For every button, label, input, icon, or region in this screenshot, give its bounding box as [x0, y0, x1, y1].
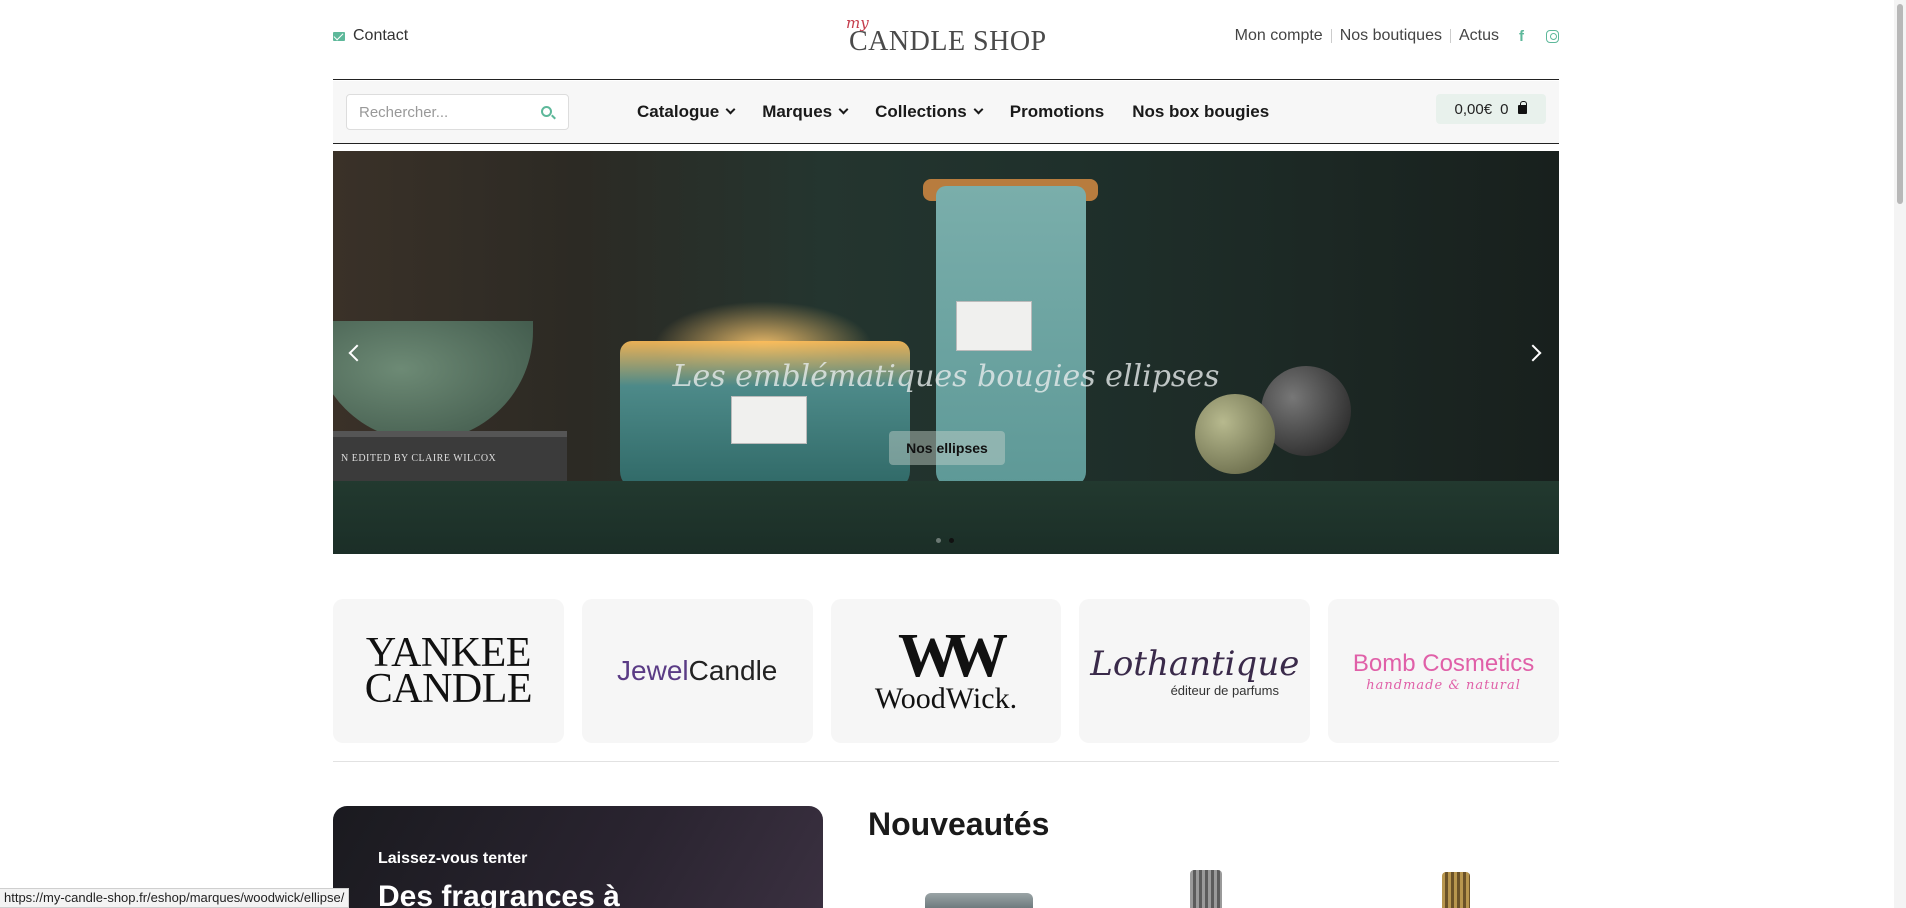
brand-logo-jewel: JewelCandle: [617, 655, 777, 687]
hero-title: Les emblématiques bougies ellipses: [672, 359, 1220, 394]
promo-title: Des fragrances à: [378, 880, 620, 908]
menu-label: Promotions: [1009, 101, 1105, 121]
search-input[interactable]: [347, 95, 527, 129]
main-navbar: Catalogue Marques Collections Promotions…: [333, 81, 1559, 144]
site-logo[interactable]: my CANDLE SHOP: [846, 14, 1046, 58]
menu-label: Catalogue: [637, 101, 720, 121]
menu-item-promotions[interactable]: Promotions: [1010, 102, 1104, 122]
brand-card-bomb-cosmetics[interactable]: Bomb Cosmetics handmade & natural: [1328, 599, 1559, 743]
book-text: N EDITED BY CLAIRE WILCOX: [341, 453, 497, 464]
news-link[interactable]: Actus: [1459, 27, 1499, 45]
instagram-icon[interactable]: [1546, 29, 1559, 43]
brand-logo-name: Bomb Cosmetics: [1352, 649, 1535, 677]
cart-total: 0,00€: [1454, 100, 1493, 118]
logo-text: CANDLE SHOP: [849, 26, 1047, 57]
facebook-icon[interactable]: f: [1519, 28, 1524, 45]
page-scrollbar[interactable]: [1894, 0, 1906, 908]
chevron-down-icon: [973, 104, 984, 115]
brand-list: YANKEE CANDLE JewelCandle WW WoodWick. L…: [333, 599, 1559, 743]
promo-card[interactable]: Laissez-vous tenter Des fragrances à: [333, 806, 823, 908]
main-menu: Catalogue Marques Collections Promotions…: [637, 81, 1269, 142]
cart-button[interactable]: 0,00€ 0: [1436, 94, 1546, 124]
brand-logo-yankee: YANKEE CANDLE: [364, 632, 533, 712]
divider: [1330, 29, 1332, 43]
brand-logo-woodwick: WW WoodWick.: [874, 622, 1018, 715]
menu-label: Marques: [762, 101, 833, 121]
brand-card-yankee-candle[interactable]: YANKEE CANDLE: [333, 599, 564, 743]
brand-logo-name: Lothantique: [1090, 643, 1300, 684]
brand-card-woodwick[interactable]: WW WoodWick.: [830, 599, 1062, 743]
brand-logo-bomb: Bomb Cosmetics handmade & natural: [1353, 650, 1534, 693]
hero-cta-button[interactable]: Nos ellipses: [889, 431, 1005, 465]
carousel-dot[interactable]: [936, 538, 941, 543]
menu-item-collections[interactable]: Collections: [875, 101, 984, 122]
account-links: Mon compte Nos boutiques Actus f: [1235, 27, 1559, 45]
search-box: [346, 94, 569, 130]
brand-logo-name: WoodWick.: [874, 682, 1018, 715]
brand-logo-mark: WW: [897, 622, 1008, 690]
hero-image-ornament: [1195, 394, 1275, 474]
carousel-dots: [936, 538, 954, 543]
brand-logo-tagline: handmade & natural: [1366, 677, 1521, 693]
hero-image-book: N EDITED BY CLAIRE WILCOX: [333, 431, 567, 481]
stores-link[interactable]: Nos boutiques: [1340, 27, 1442, 45]
brand-logo-part: Candle: [688, 655, 778, 686]
menu-item-catalogue[interactable]: Catalogue: [637, 101, 736, 122]
menu-label: Collections: [875, 101, 967, 121]
my-account-link[interactable]: Mon compte: [1235, 27, 1323, 45]
new-products-title: Nouveautés: [868, 806, 1050, 842]
menu-item-marques[interactable]: Marques: [762, 101, 849, 122]
brand-logo-lothantique: Lothantique éditeur de parfums: [1090, 645, 1299, 698]
brand-logo-line: CANDLE: [364, 666, 533, 712]
divider: [1449, 29, 1451, 43]
cart-count: 0: [1500, 100, 1509, 118]
hero-image-candle-label: [956, 301, 1032, 351]
hero-image-candle-label: [731, 396, 807, 444]
search-icon[interactable]: [541, 106, 552, 117]
promo-kicker: Laissez-vous tenter: [378, 850, 528, 867]
product-image[interactable]: [1190, 870, 1222, 908]
section-divider: [333, 761, 1559, 762]
brand-logo-part: Jewel: [617, 655, 689, 686]
contact-link[interactable]: Contact: [333, 27, 408, 45]
brand-card-lothantique[interactable]: Lothantique éditeur de parfums: [1079, 599, 1311, 743]
brand-logo-tagline: éditeur de parfums: [1170, 682, 1279, 698]
top-header: Contact my CANDLE SHOP Mon compte Nos bo…: [333, 0, 1559, 80]
hero-image-shelf: [333, 481, 1559, 554]
chevron-down-icon: [725, 104, 736, 115]
carousel-dot[interactable]: [949, 538, 954, 543]
hero-carousel: N EDITED BY CLAIRE WILCOX Les emblématiq…: [333, 151, 1559, 554]
menu-label: Nos box bougies: [1132, 101, 1270, 121]
product-image[interactable]: [925, 893, 1033, 908]
shopping-bag-icon: [1518, 100, 1528, 114]
mail-icon: [333, 31, 345, 41]
link-status-bar: https://my-candle-shop.fr/eshop/marques/…: [0, 888, 350, 908]
chevron-down-icon: [838, 104, 849, 115]
brand-card-jewel-candle[interactable]: JewelCandle: [581, 599, 813, 743]
contact-label: Contact: [353, 27, 409, 44]
product-image[interactable]: [1442, 872, 1470, 908]
menu-item-box-bougies[interactable]: Nos box bougies: [1132, 102, 1269, 122]
scrollbar-thumb[interactable]: [1897, 4, 1903, 204]
